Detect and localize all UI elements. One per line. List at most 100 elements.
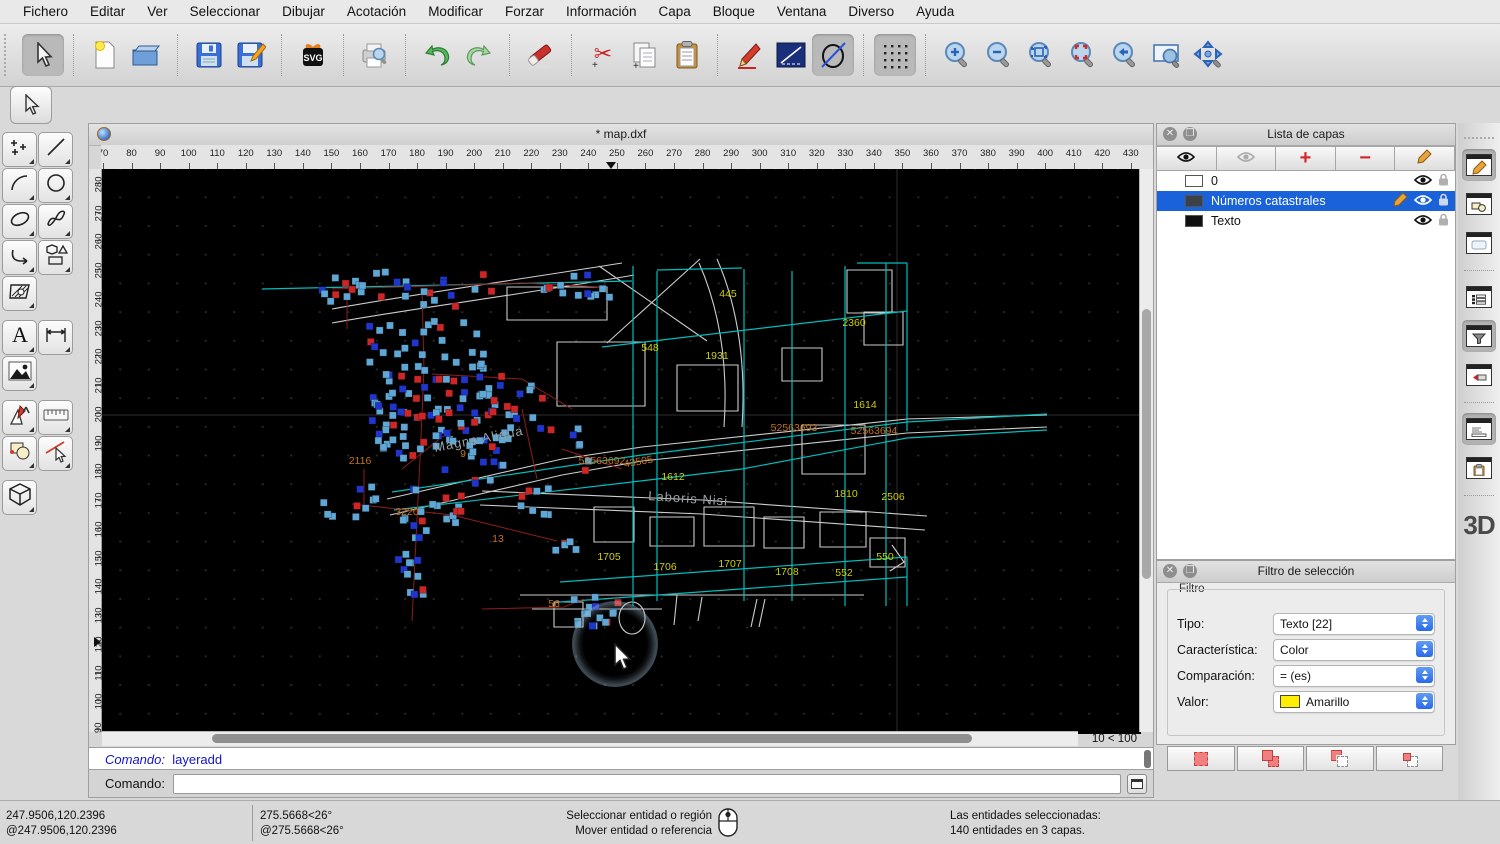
line-tool-button[interactable] xyxy=(770,34,812,76)
canvas-vertical-scrollbar[interactable] xyxy=(1139,169,1153,732)
pointer-snap-button[interactable] xyxy=(10,86,52,124)
zoom-in-button[interactable] xyxy=(936,34,978,76)
block-tools-tool-button[interactable] xyxy=(2,436,37,471)
pan-button[interactable] xyxy=(1188,34,1230,76)
save-button[interactable] xyxy=(188,34,230,76)
text-tool-button[interactable]: A xyxy=(2,320,37,355)
menu-modificar[interactable]: Modificar xyxy=(417,0,494,24)
paste-button[interactable] xyxy=(666,34,708,76)
dock-icon[interactable]: ❐ xyxy=(1183,564,1197,578)
polyline-tool-button[interactable] xyxy=(2,240,37,275)
copy-button[interactable]: + xyxy=(624,34,666,76)
print-preview-button[interactable] xyxy=(354,34,396,76)
layer-eye-off-button[interactable] xyxy=(1216,146,1277,171)
box3d-tool-button[interactable] xyxy=(2,480,37,515)
dimension-tool-button[interactable] xyxy=(38,320,73,355)
menu-forzar[interactable]: Forzar xyxy=(494,0,555,24)
hscroll-thumb[interactable] xyxy=(212,734,972,743)
new-file-button[interactable] xyxy=(84,34,126,76)
command-input[interactable] xyxy=(173,774,1121,794)
vscroll-thumb[interactable] xyxy=(1142,309,1151,579)
layer-row-0[interactable]: 0 xyxy=(1157,171,1455,191)
layer-minus-button[interactable]: − xyxy=(1335,146,1396,171)
open-file-button[interactable] xyxy=(126,34,168,76)
measure-tool-button[interactable] xyxy=(38,400,73,435)
layer-lock-icon[interactable] xyxy=(1438,173,1449,189)
cad-tools-tool-button[interactable] xyxy=(2,400,37,435)
clipboard-panel-panel-toggle[interactable] xyxy=(1462,452,1496,484)
intersect-selection-button[interactable] xyxy=(1376,746,1444,771)
layer-list-panel-toggle[interactable] xyxy=(1462,281,1496,313)
command-line-panel-toggle[interactable] xyxy=(1462,413,1496,445)
layer-visibility-eye-icon[interactable] xyxy=(1414,174,1432,189)
layer-edit-pencil-icon[interactable] xyxy=(1393,192,1408,210)
ellipse-slash-button[interactable] xyxy=(812,34,854,76)
selection-filter-panel-toggle[interactable] xyxy=(1462,320,1496,352)
document-title-bar[interactable]: * map.dxf xyxy=(89,124,1153,146)
zoom-auto-button[interactable] xyxy=(1020,34,1062,76)
dock-icon[interactable]: ❐ xyxy=(1183,127,1197,141)
filter-select-comparación[interactable]: = (es) xyxy=(1273,665,1435,687)
layer-visibility-eye-icon[interactable] xyxy=(1414,194,1432,209)
block-list-panel-toggle[interactable] xyxy=(1462,188,1496,220)
property-editor-panel-toggle[interactable] xyxy=(1462,149,1496,181)
redo-button[interactable] xyxy=(458,34,500,76)
layer-lock-icon[interactable] xyxy=(1438,213,1449,229)
layer-row-texto[interactable]: Texto xyxy=(1157,211,1455,231)
circle-tool-button[interactable] xyxy=(38,168,73,203)
remove-from-selection-button[interactable] xyxy=(1306,746,1374,771)
zoom-window-button[interactable] xyxy=(1146,34,1188,76)
zoom-previous-button[interactable] xyxy=(1104,34,1146,76)
undo-button[interactable] xyxy=(416,34,458,76)
close-icon[interactable]: ✕ xyxy=(1163,564,1177,578)
library-browser-panel-toggle[interactable] xyxy=(1462,227,1496,259)
zoom-selection-button[interactable] xyxy=(1062,34,1104,76)
menu-bloque[interactable]: Bloque xyxy=(702,0,766,24)
menu-seleccionar[interactable]: Seleccionar xyxy=(179,0,272,24)
line-tool-button[interactable] xyxy=(38,132,73,167)
save-as-button[interactable] xyxy=(230,34,272,76)
command-window-toggle-button[interactable] xyxy=(1127,774,1147,794)
layer-lock-icon[interactable] xyxy=(1438,193,1449,209)
eraser-button[interactable] xyxy=(520,34,562,76)
3d-toolbar-label[interactable]: 3D xyxy=(1463,510,1494,541)
layer-plus-button[interactable]: + xyxy=(1275,146,1336,171)
svg-export-button[interactable]: SVG xyxy=(292,34,334,76)
menu-capa[interactable]: Capa xyxy=(648,0,702,24)
spline-tool-button[interactable] xyxy=(38,204,73,239)
pointer-button[interactable] xyxy=(22,34,64,76)
menu-diverso[interactable]: Diverso xyxy=(837,0,905,24)
filter-select-característica[interactable]: Color xyxy=(1273,639,1435,661)
zoom-out-button[interactable] xyxy=(978,34,1020,76)
close-icon[interactable]: ✕ xyxy=(1163,127,1177,141)
cut-button[interactable]: ✂+ xyxy=(582,34,624,76)
draw-pencil-button[interactable] xyxy=(728,34,770,76)
arc-tool-button[interactable] xyxy=(2,168,37,203)
filter-select-tipo[interactable]: Texto [22] xyxy=(1273,613,1435,635)
hatch-tool-button[interactable] xyxy=(2,276,37,311)
ellipse-tool-button[interactable] xyxy=(2,204,37,239)
drawing-canvas[interactable]: 4452360548193116141612181025061705170617… xyxy=(102,169,1141,734)
filter-select-valor[interactable]: Amarillo xyxy=(1273,691,1435,713)
menu-dibujar[interactable]: Dibujar xyxy=(271,0,336,24)
menu-ayuda[interactable]: Ayuda xyxy=(905,0,965,24)
menu-acotación[interactable]: Acotación xyxy=(336,0,417,24)
select-line-tool-button[interactable] xyxy=(38,436,73,471)
menu-ventana[interactable]: Ventana xyxy=(766,0,838,24)
viewport-panel-panel-toggle[interactable] xyxy=(1462,359,1496,391)
replace-selection-button[interactable] xyxy=(1167,746,1235,771)
layer-eye-on-button[interactable] xyxy=(1156,146,1217,171)
layer-row-números-catastrales[interactable]: Números catastrales xyxy=(1157,191,1455,211)
canvas-horizontal-scrollbar[interactable] xyxy=(102,731,1078,746)
shapes-tool-button[interactable] xyxy=(38,240,73,275)
layer-visibility-eye-icon[interactable] xyxy=(1414,214,1432,229)
point-tool-button[interactable] xyxy=(2,132,37,167)
history-scrollbar[interactable] xyxy=(1144,750,1151,768)
image-tool-button[interactable] xyxy=(2,356,37,391)
add-to-selection-button[interactable] xyxy=(1237,746,1305,771)
menu-fichero[interactable]: Fichero xyxy=(12,0,79,24)
layer-pencil-button[interactable] xyxy=(1394,146,1455,171)
menu-información[interactable]: Información xyxy=(555,0,648,24)
menu-editar[interactable]: Editar xyxy=(79,0,136,24)
menu-ver[interactable]: Ver xyxy=(136,0,178,24)
